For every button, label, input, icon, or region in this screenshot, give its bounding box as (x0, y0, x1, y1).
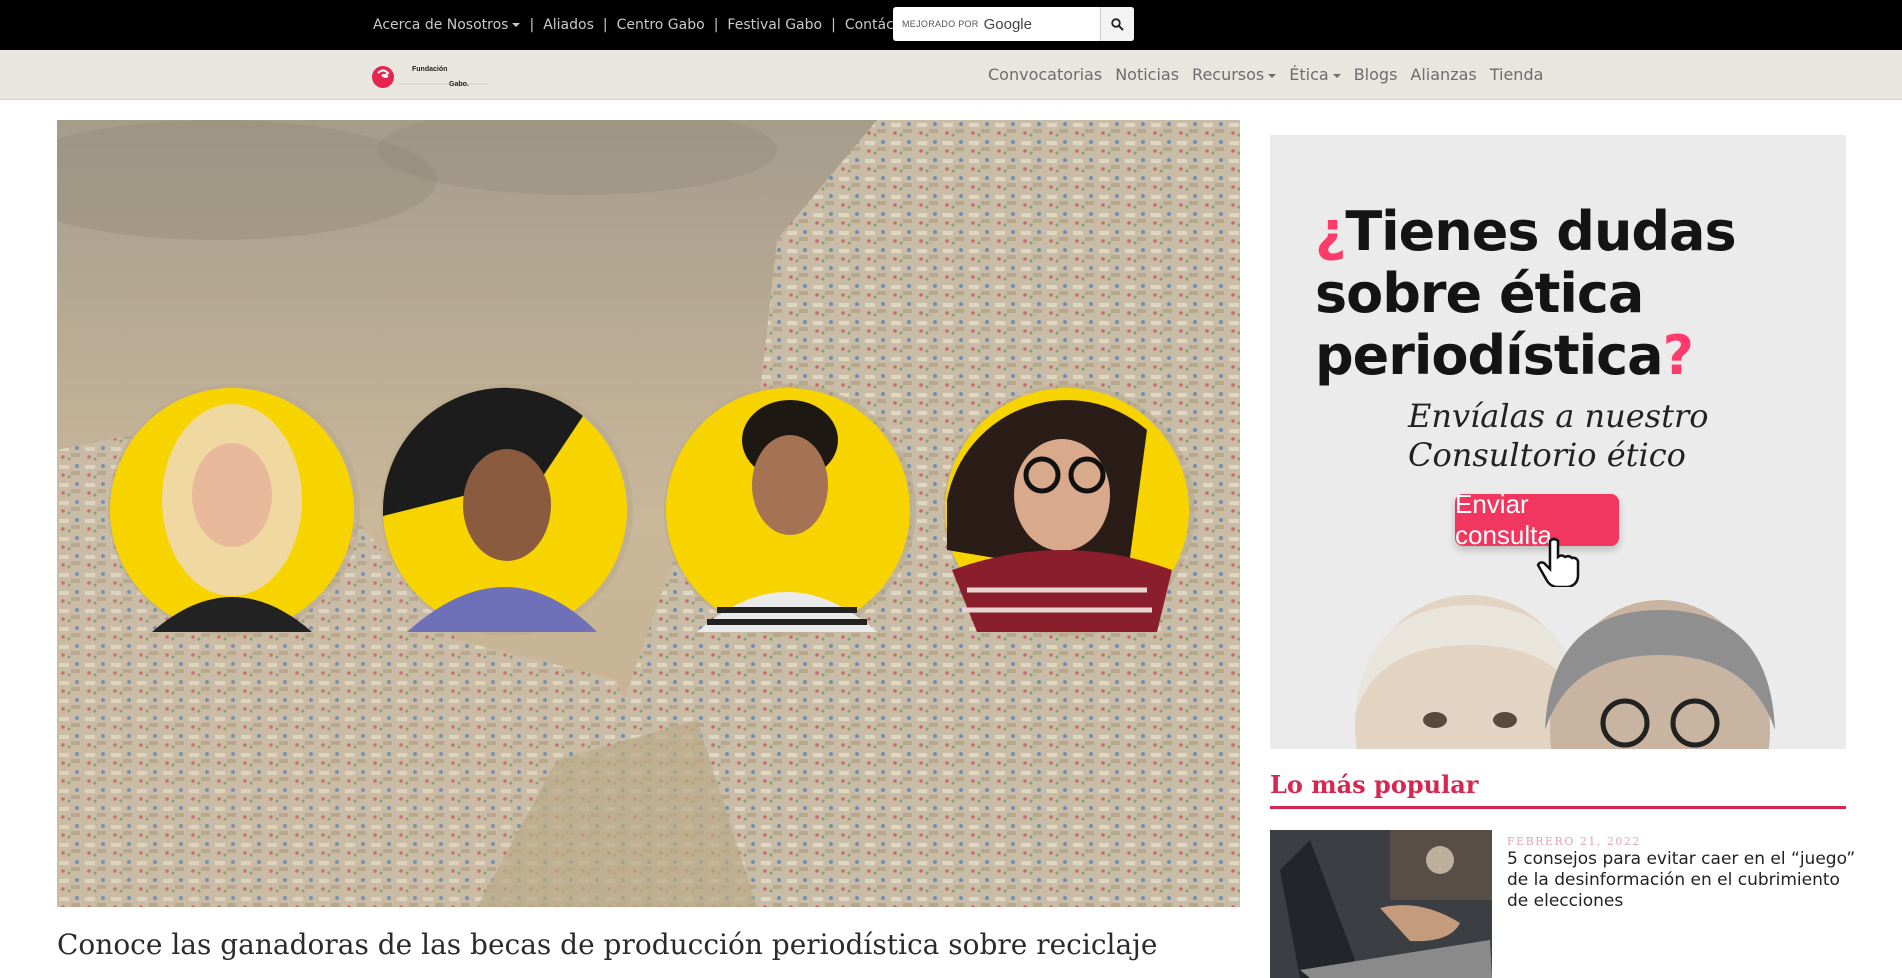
top-links: Acerca de Nosotros | Aliados | Centro Ga… (373, 0, 933, 50)
search-input[interactable]: MEJORADO POR Google (893, 7, 1134, 41)
nav-item-alianzas[interactable]: Alianzas (1410, 65, 1476, 84)
ad-title-line-2: sobre ética (1315, 262, 1644, 325)
nav-item-etica[interactable]: Ética (1289, 65, 1341, 84)
ad-title-line-3: periodística (1315, 324, 1664, 387)
popular-item-thumbnail[interactable] (1270, 830, 1492, 978)
top-link-centro-gabo[interactable]: Centro Gabo (617, 17, 705, 33)
separator: | (831, 17, 836, 33)
site-logo[interactable]: Fundación Gabo. (371, 63, 491, 91)
nav-item-blogs[interactable]: Blogs (1354, 65, 1398, 84)
ad-subtitle-line-1: Envíalas a nuestro (1408, 397, 1709, 435)
hero-image[interactable] (57, 120, 1240, 907)
top-link-festival-gabo[interactable]: Festival Gabo (727, 17, 822, 33)
ad-title-mark-close: ? (1662, 324, 1694, 387)
search-button[interactable] (1100, 7, 1134, 41)
top-link-acerca[interactable]: Acerca de Nosotros (373, 17, 521, 33)
divider (1270, 806, 1846, 809)
ad-subtitle-line-2: Consultorio ético (1408, 436, 1686, 474)
popular-item-date: FEBRERO 21, 2022 (1507, 835, 1641, 848)
main-navbar (0, 50, 1902, 100)
nav-item-recursos[interactable]: Recursos (1192, 65, 1277, 84)
chevron-down-icon (512, 23, 521, 27)
ad-subtitle: Envíalas a nuestro Consultorio ético (1408, 397, 1709, 475)
article-headline[interactable]: Conoce las ganadoras de las becas de pro… (57, 928, 1157, 961)
nav-item-convocatorias[interactable]: Convocatorias (988, 65, 1102, 84)
search-brand: MEJORADO POR (902, 19, 979, 29)
chevron-down-icon (1268, 73, 1277, 78)
hero-illustration (57, 120, 1240, 907)
ad-title: ¿Tienes dudas sobre ética periodística? (1315, 201, 1835, 387)
nav-item-tienda[interactable]: Tienda (1490, 65, 1544, 84)
logo-text-fundacion: Fundación (412, 66, 448, 73)
separator: | (529, 17, 535, 33)
main-nav: Convocatorias Noticias Recursos Ética Bl… (988, 50, 1556, 99)
ad-banner-consultorio[interactable]: ¿Tienes dudas sobre ética periodística? … (1270, 135, 1846, 749)
top-bar: Acerca de Nosotros | Aliados | Centro Ga… (0, 0, 1902, 50)
nav-item-noticias[interactable]: Noticias (1115, 65, 1179, 84)
logo-text-gabo: Gabo. (449, 81, 469, 88)
separator: | (602, 17, 608, 33)
search-engine-label: Google (983, 15, 1032, 33)
ad-portraits (1355, 595, 1775, 749)
laptop-photo (1270, 830, 1492, 978)
separator: | (713, 17, 719, 33)
ad-title-mark-open: ¿ (1315, 200, 1346, 263)
chevron-down-icon (1332, 73, 1341, 78)
ad-title-line-1: Tienes dudas (1345, 200, 1736, 263)
popular-item-title[interactable]: 5 consejos para evitar caer en el “juego… (1507, 849, 1863, 912)
top-link-aliados[interactable]: Aliados (543, 17, 594, 33)
popular-heading: Lo más popular (1270, 770, 1479, 799)
search-icon (1111, 17, 1124, 31)
